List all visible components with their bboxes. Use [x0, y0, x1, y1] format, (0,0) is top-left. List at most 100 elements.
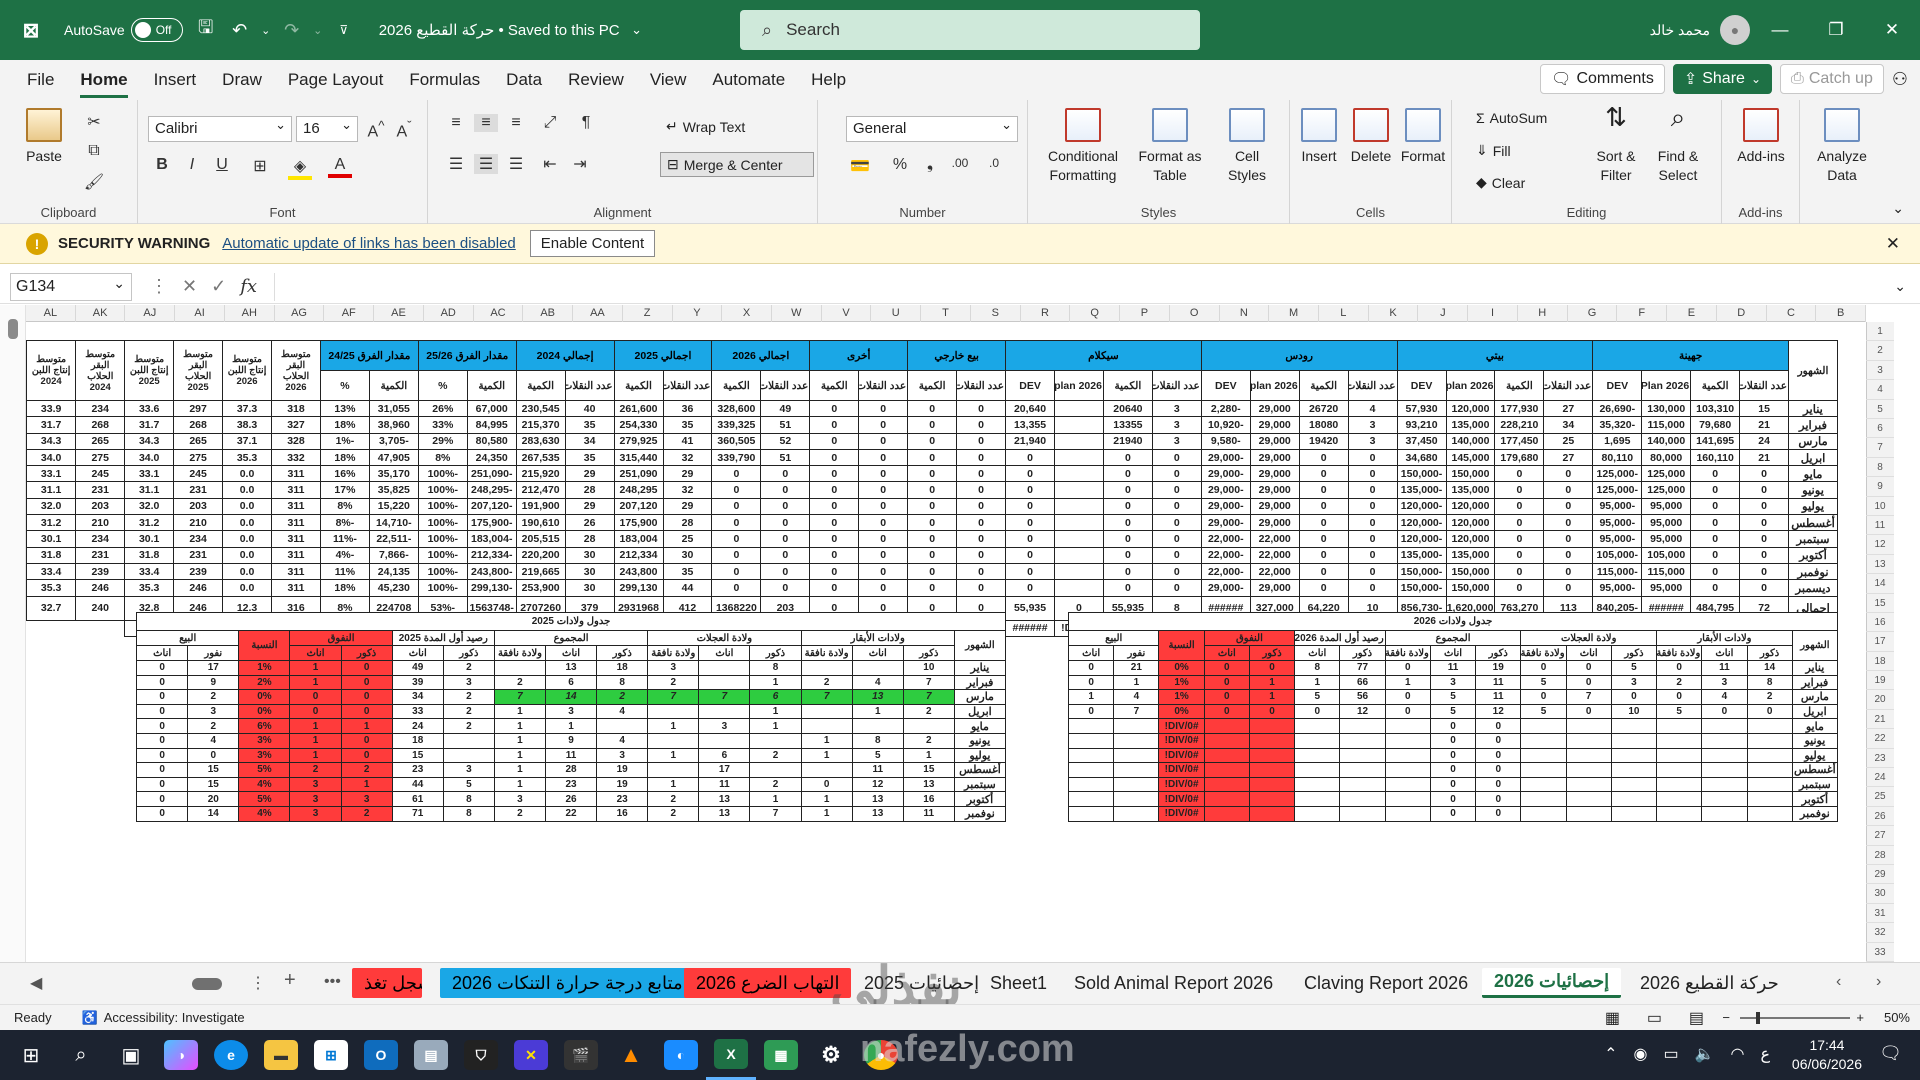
bold-icon[interactable]: B	[150, 156, 174, 174]
cal25-month-cell[interactable]: أكتوبر	[953, 791, 1007, 807]
row-header[interactable]: 3	[1866, 361, 1894, 381]
cal25-sub-header[interactable]: ولادة نافقة	[647, 645, 700, 661]
data-cell[interactable]: 95,000	[1641, 514, 1692, 532]
data-cell[interactable]: 28	[662, 514, 713, 532]
font-size-combo[interactable]: 16	[296, 116, 358, 142]
cal26-data-cell[interactable]: 0	[1475, 791, 1522, 807]
data-cell[interactable]: 35	[662, 562, 713, 581]
column-header[interactable]: W	[772, 305, 822, 322]
data-cell[interactable]: 135,000	[1445, 416, 1496, 434]
data-cell[interactable]: 0	[1347, 465, 1398, 483]
data-cell[interactable]: 0	[1739, 530, 1790, 548]
cal25-data-cell[interactable]: 0	[340, 674, 393, 691]
data-cell[interactable]: 0	[760, 562, 811, 581]
data-cell[interactable]: 29	[564, 497, 615, 516]
data-cell[interactable]: 0.0	[222, 514, 272, 532]
cal25-data-cell[interactable]: 11	[851, 762, 904, 778]
cal25-data-cell[interactable]: 2	[596, 689, 649, 705]
row-header[interactable]: 28	[1866, 846, 1894, 866]
data-cell[interactable]: 0	[1102, 465, 1153, 483]
data-cell[interactable]: -150,000	[1396, 465, 1447, 483]
data-cell[interactable]: 37.1	[222, 432, 272, 450]
data-cell[interactable]: 8%	[417, 448, 468, 467]
data-cell[interactable]: 0	[1151, 448, 1202, 467]
data-cell[interactable]: 80,000	[1641, 448, 1692, 467]
data-cell[interactable]: 0	[858, 465, 909, 483]
data-cell[interactable]: 0	[956, 481, 1007, 499]
row-header[interactable]: 7	[1866, 438, 1894, 458]
cal26-data-cell[interactable]	[1294, 732, 1341, 749]
cal25-data-cell[interactable]: 0	[135, 805, 189, 822]
data-cell[interactable]: 15	[1739, 399, 1790, 418]
data-cell[interactable]: 0	[1347, 497, 1398, 516]
cal25-data-cell[interactable]: 1	[902, 747, 955, 764]
column-header[interactable]: P	[1120, 305, 1170, 322]
data-cell[interactable]: 339,790	[711, 448, 762, 467]
cal25-sub-header[interactable]: اناث	[135, 645, 189, 661]
cal25-sub-header[interactable]: ذكور	[442, 645, 495, 661]
data-cell[interactable]: 268	[173, 416, 224, 434]
cal26-data-cell[interactable]: 1	[1248, 674, 1296, 691]
cal25-sum-header[interactable]: المجموع	[493, 630, 649, 646]
cal26-month-cell[interactable]: نوفمبر	[1791, 805, 1838, 822]
tab-scroll-thumb[interactable]	[192, 978, 222, 990]
data-cell[interactable]: 0	[1298, 562, 1349, 581]
cal25-data-cell[interactable]: 19	[596, 762, 649, 778]
column-header[interactable]: L	[1319, 305, 1369, 322]
cal26-data-cell[interactable]	[1746, 791, 1793, 807]
data-cell[interactable]: 52	[760, 432, 811, 450]
sub-header[interactable]: الكمية	[711, 370, 762, 401]
cal25-data-cell[interactable]: 3	[289, 805, 342, 822]
copilot-app-icon[interactable]: ◑	[156, 1030, 206, 1080]
fill-color-icon[interactable]: ◈	[288, 156, 312, 180]
cal26-mortality-header[interactable]: النفوق	[1203, 630, 1296, 646]
data-cell[interactable]: 0	[1005, 546, 1055, 564]
cal25-data-cell[interactable]: 0	[340, 732, 393, 749]
cal25-data-cell[interactable]: 6	[545, 674, 598, 691]
data-cell[interactable]: 0	[1543, 514, 1594, 532]
data-cell[interactable]: 234	[173, 530, 224, 548]
cell-styles-button[interactable]: Cell Styles	[1214, 108, 1280, 185]
sub-header[interactable]: عدد النقلات	[564, 370, 615, 401]
cal25-data-cell[interactable]: 22	[545, 805, 598, 822]
data-cell[interactable]: 29,000	[1249, 448, 1300, 467]
data-cell[interactable]: 0	[1102, 514, 1153, 532]
cal26-data-cell[interactable]	[1520, 791, 1567, 807]
cal25-data-cell[interactable]: 1	[289, 747, 342, 764]
row-header[interactable]: 33	[1866, 943, 1894, 962]
cal26-data-cell[interactable]: 0%	[1158, 660, 1205, 676]
cal26-data-cell[interactable]	[1339, 776, 1386, 793]
data-cell[interactable]: 0	[809, 530, 860, 548]
data-cell[interactable]: 140,000	[1445, 432, 1496, 450]
data-cell[interactable]: -22,000	[1200, 530, 1251, 548]
data-cell[interactable]	[1054, 465, 1104, 483]
data-cell[interactable]: 0	[711, 497, 762, 516]
data-cell[interactable]: 0	[907, 530, 958, 548]
column-header[interactable]: K	[1369, 305, 1419, 322]
data-cell[interactable]: 24	[1739, 432, 1790, 450]
data-cell[interactable]: -14,710	[368, 514, 419, 532]
cal26-data-cell[interactable]	[1248, 805, 1296, 822]
data-cell[interactable]: 205,515	[515, 530, 566, 548]
menu-formulas[interactable]: Formulas	[396, 60, 493, 100]
row-header[interactable]: 15	[1866, 594, 1894, 613]
data-cell[interactable]: 0	[1298, 481, 1349, 499]
column-header[interactable]: AK	[76, 305, 126, 322]
cal26-data-cell[interactable]	[1294, 791, 1341, 807]
insert-function-icon[interactable]: fx	[240, 276, 257, 297]
cal25-data-cell[interactable]: 1	[493, 732, 547, 749]
cal25-data-cell[interactable]: 5%	[238, 791, 291, 807]
data-cell[interactable]: 34.3	[124, 432, 175, 450]
group-rodos-header[interactable]: رودس	[1200, 340, 1398, 371]
data-cell[interactable]: 37.3	[222, 399, 272, 418]
column-header[interactable]: G	[1568, 305, 1618, 322]
cal26-data-cell[interactable]: 0	[1475, 805, 1522, 822]
cal25-data-cell[interactable]: 5	[851, 747, 904, 764]
cal26-data-cell[interactable]	[1746, 747, 1793, 764]
cal26-month-cell[interactable]: يناير	[1791, 660, 1838, 676]
expand-formula-icon[interactable]: ⌄	[1894, 278, 1906, 295]
cal26-data-cell[interactable]: 1	[1067, 689, 1115, 705]
data-cell[interactable]: 0	[1005, 465, 1055, 483]
column-header[interactable]: AA	[573, 305, 623, 322]
data-cell[interactable]	[1054, 448, 1104, 467]
